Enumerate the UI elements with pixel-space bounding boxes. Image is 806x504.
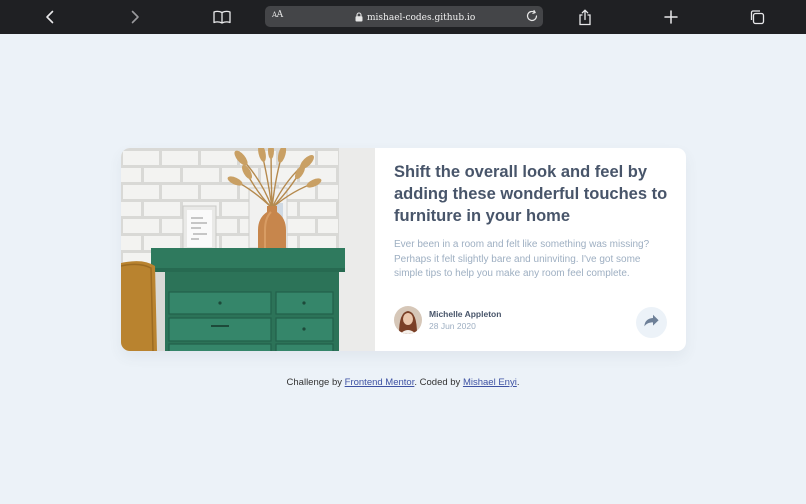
reader-mode-button[interactable]: AAAA (272, 10, 283, 20)
chevron-left-icon[interactable] (38, 5, 62, 29)
article-headline[interactable]: Shift the overall look and feel by addin… (394, 161, 674, 227)
address-bar[interactable]: AAAA mishael-codes.github.io (265, 6, 543, 27)
author-link[interactable]: Mishael Enyi (463, 377, 517, 388)
article-preview-card: Shift the overall look and feel by addin… (121, 148, 686, 351)
attribution-middle: . Coded by (414, 377, 463, 388)
reload-icon[interactable] (525, 9, 539, 23)
lock-icon (355, 9, 363, 27)
share-icon[interactable] (573, 5, 597, 29)
plus-icon[interactable] (659, 5, 683, 29)
article-excerpt: Ever been in a room and felt like someth… (394, 239, 650, 279)
avatar (394, 306, 422, 334)
attribution-prefix: Challenge by (286, 377, 345, 388)
drawers-image (121, 148, 375, 351)
share-button[interactable] (636, 307, 667, 338)
attribution: Challenge by Frontend Mentor. Coded by M… (0, 377, 806, 388)
url-text: mishael-codes.github.io (367, 13, 476, 23)
attribution-suffix: . (516, 377, 520, 388)
frontend-mentor-link[interactable]: Frontend Mentor (345, 377, 415, 388)
chevron-right-icon[interactable] (123, 5, 147, 29)
book-icon[interactable] (210, 5, 234, 29)
author-name: Michelle Appleton (429, 309, 502, 319)
tabs-icon[interactable] (745, 5, 769, 29)
browser-toolbar: AAAA mishael-codes.github.io (0, 0, 806, 34)
publish-date: 28 Jun 2020 (429, 321, 476, 331)
author-block: Michelle Appleton 28 Jun 2020 (394, 306, 501, 334)
card-content: Shift the overall look and feel by addin… (375, 148, 686, 351)
share-arrow-icon (644, 314, 659, 332)
